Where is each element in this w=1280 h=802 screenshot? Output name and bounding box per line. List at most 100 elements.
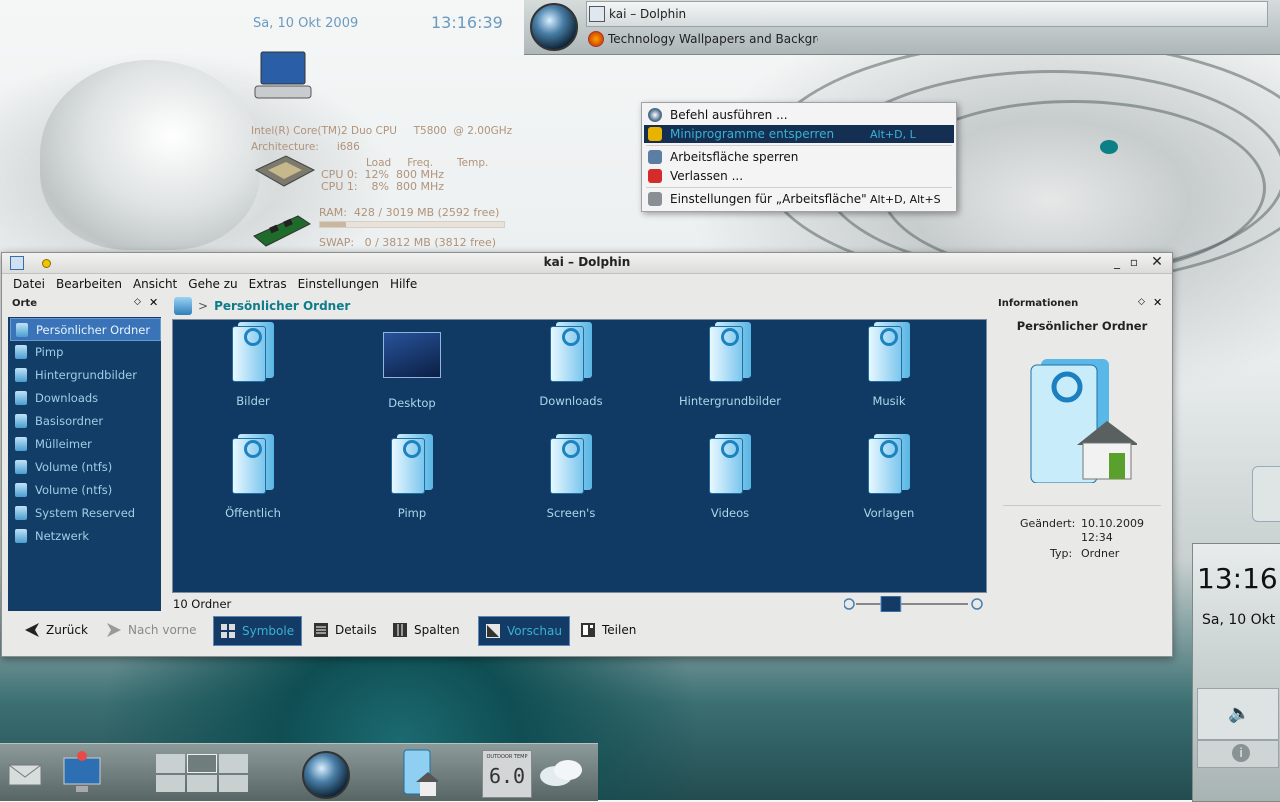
minimize-icon[interactable]: _ [1109,254,1125,270]
pager-widget[interactable] [156,754,248,792]
file-item[interactable]: Vorlagen [814,434,964,534]
file-view[interactable]: Bilder Desktop Downloads Hintergrundbilder M… [172,319,987,593]
file-item[interactable]: Hintergrundbilder [655,322,805,422]
file-name: Pimp [397,506,427,520]
place-item[interactable]: Basisordner [10,410,159,431]
folder-icon [389,434,435,494]
home-folder-dock-icon[interactable] [398,748,438,798]
icons-view-button[interactable]: Symbole [213,616,302,646]
place-item[interactable]: Pimp [10,341,159,362]
arch-value: i686 [336,141,360,153]
place-item[interactable]: Persönlicher Ordner [10,318,161,341]
place-item[interactable]: System Reserved [10,502,159,523]
zoom-slider[interactable] [844,596,984,612]
task-dolphin[interactable]: kai – Dolphin [586,1,1268,27]
file-item[interactable]: Videos [655,434,805,534]
menu-leave[interactable]: Verlassen ... [644,167,954,185]
forward-button[interactable]: Nach vorne [100,616,197,644]
desktop-folder-icon [383,332,441,378]
info-float-icon[interactable]: ◇ [1138,297,1145,307]
menu-run-command[interactable]: Befehl ausführen ... [644,106,954,124]
menu-edit[interactable]: Bearbeiten [56,277,122,291]
panel-close-icon[interactable]: ✕ [149,296,158,309]
places-list: Persönlicher Ordner Pimp Hintergrundbilder… [8,317,161,611]
back-button[interactable]: Zurück [18,616,88,644]
type-value: Ordner [1081,547,1120,560]
side-panel-tab[interactable] [1252,466,1280,522]
task-firefox[interactable]: Technology Wallpapers and Backgrou [586,27,1266,51]
dolphin-icon [589,6,605,22]
kde-dock-orb-icon[interactable] [302,751,350,799]
home-folder-icon[interactable] [174,297,192,315]
run-command-icon [648,108,662,122]
pager-desktop[interactable] [218,754,248,773]
outdoor-temp-label: OUTDOOR TEMP [486,754,528,760]
menu-desktop-settings[interactable]: Einstellungen für „Arbeitsfläche" Alt+D,… [644,190,954,208]
close-icon[interactable]: ✕ [1149,254,1165,270]
pager-desktop[interactable] [156,754,186,773]
details-view-button[interactable]: Details [307,616,377,644]
place-icon [15,482,27,497]
place-item[interactable]: Volume (ntfs) [10,479,159,500]
panel-float-icon[interactable]: ◇ [134,297,141,307]
place-label: Mülleimer [35,436,92,451]
file-item[interactable]: Screen's [496,434,646,534]
place-item[interactable]: Volume (ntfs) [10,456,159,477]
folder-icon [707,322,753,382]
place-item[interactable]: Downloads [10,387,159,408]
task-label: Technology Wallpapers and Backgrou [608,32,818,46]
place-label: Volume (ntfs) [35,459,113,474]
info-icon: i [1232,744,1250,762]
place-item[interactable]: Mülleimer [10,433,159,454]
menu-tools[interactable]: Extras [249,277,287,291]
wallpaper-face [40,60,260,250]
menu-help[interactable]: Hilfe [390,277,417,291]
split-button[interactable]: Teilen [574,616,636,644]
outdoor-temp-value: 6.0 [488,764,526,788]
pager-desktop[interactable] [187,754,217,773]
folder-icon [707,434,753,494]
info-header: Informationen [998,298,1079,309]
zoom-handle[interactable] [880,596,902,612]
preview-button[interactable]: Vorschau [478,616,570,646]
place-label: Pimp [35,344,64,359]
file-item[interactable]: Bilder [178,322,328,422]
volume-button[interactable]: 🔈 [1197,688,1279,740]
clock-time: 13:16 [1197,562,1278,595]
pager-desktop[interactable] [187,775,217,792]
kde-menu-orb-icon[interactable] [530,3,578,51]
columns-view-button[interactable]: Spalten [386,616,460,644]
removable-device-icon[interactable] [62,750,102,796]
maximize-icon[interactable]: ▫ [1126,254,1142,270]
place-item[interactable]: Netzwerk [10,525,159,546]
file-item[interactable]: Downloads [496,322,646,422]
pager-desktop[interactable] [218,775,248,792]
place-icon [15,459,27,474]
pager-desktop[interactable] [156,775,186,792]
file-item[interactable]: Musik [814,322,964,422]
mail-icon[interactable] [8,764,42,786]
breadcrumb[interactable]: > Persönlicher Ordner [198,299,350,313]
menu-settings[interactable]: Einstellungen [298,277,379,291]
menu-view[interactable]: Ansicht [133,277,177,291]
window-titlebar[interactable]: kai – Dolphin _ ▫ ✕ [2,253,1172,274]
place-item[interactable]: Hintergrundbilder [10,364,159,385]
menu-go[interactable]: Gehe zu [188,277,237,291]
top-taskbar: kai – Dolphin Technology Wallpapers and … [524,0,1280,55]
info-button[interactable]: i [1197,740,1279,768]
file-name: Downloads [539,394,603,408]
menubar: Datei Bearbeiten Ansicht Gehe zu Extras … [2,274,1172,294]
place-icon [15,528,27,543]
file-item[interactable]: Pimp [337,434,487,534]
speaker-icon: 🔈 [1228,703,1251,724]
cpu-model: Intel(R) Core(TM)2 Duo CPU T5800 @ 2.00G… [251,125,513,137]
info-close-icon[interactable]: ✕ [1153,296,1162,309]
file-item[interactable]: Desktop [337,322,487,422]
arrow-left-icon [25,623,39,637]
menu-lock-screen[interactable]: Arbeitsfläche sperren [644,148,954,166]
file-item[interactable]: Öffentlich [178,434,328,534]
menu-unlock-widgets[interactable]: Miniprogramme entsperren Alt+D, L [644,125,954,143]
task-label: kai – Dolphin [609,7,687,21]
menu-file[interactable]: Datei [13,277,45,291]
split-view-icon [581,623,595,637]
